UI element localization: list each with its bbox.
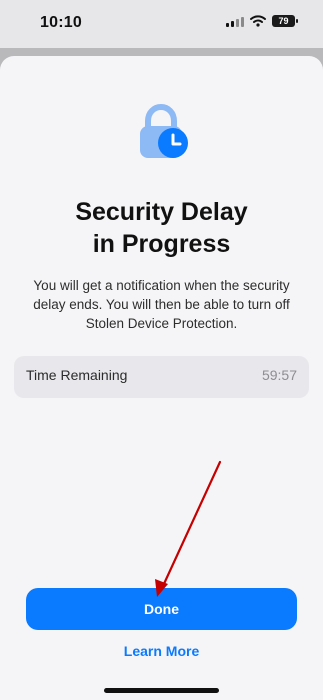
battery-icon: 79 [272,15,298,27]
time-remaining-label: Time Remaining [26,367,128,383]
learn-more-link[interactable]: Learn More [0,643,323,659]
title-line-2: in Progress [92,230,231,258]
title-line-1: Security Delay [75,198,248,226]
security-delay-sheet: Security Delay in Progress You will get … [0,56,323,700]
time-remaining-card: Time Remaining 59:57 [14,356,309,398]
cellular-signal-icon [226,17,244,27]
home-indicator [104,688,219,693]
battery-level: 79 [278,16,289,26]
sheet-description: You will get a notification when the sec… [33,278,290,331]
status-icons: 79 [226,15,298,27]
lock-clock-icon [140,104,188,158]
status-bar: 10:10 79 [0,0,323,48]
done-button[interactable]: Done [26,588,297,630]
status-time: 10:10 [40,14,82,31]
time-remaining-value: 59:57 [261,367,297,383]
wifi-icon [250,15,266,27]
sheet-title: Security Delay in Progress [0,196,323,260]
